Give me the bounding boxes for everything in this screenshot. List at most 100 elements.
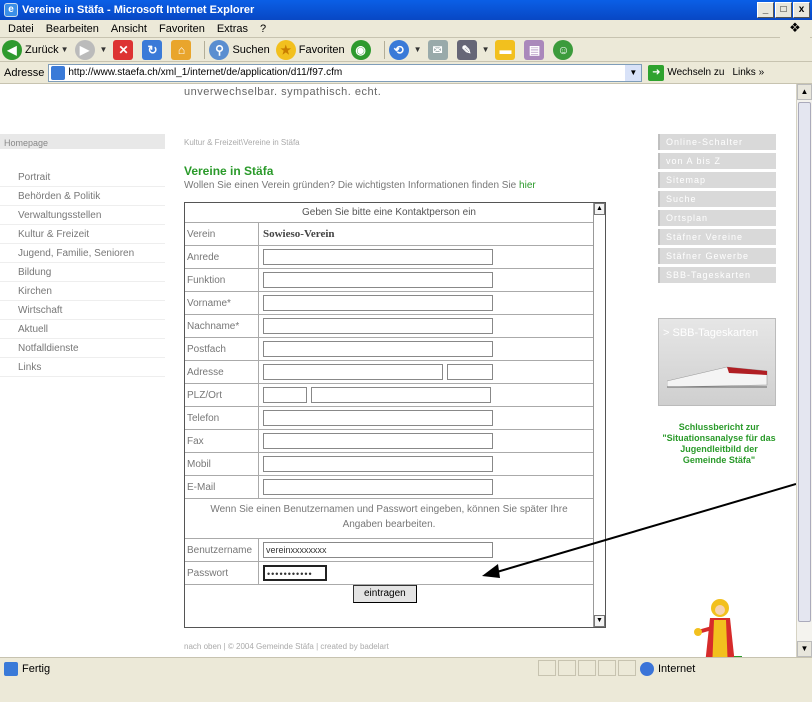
links-button[interactable]: Links » xyxy=(732,67,764,78)
funktion-label: Funktion xyxy=(185,268,259,292)
report-link[interactable]: Schlussbericht zur "Situationsanalyse fü… xyxy=(660,422,778,466)
refresh-button[interactable]: ↻ xyxy=(142,39,165,60)
page-footer[interactable]: nach oben | © 2004 Gemeinde Stäfa | crea… xyxy=(184,642,389,651)
right-nav-sitemap[interactable]: Sitemap xyxy=(658,172,776,188)
vorname-input[interactable] xyxy=(263,295,493,311)
breadcrumb[interactable]: Kultur & Freizeit\Vereine in Stäfa xyxy=(184,138,300,147)
maximize-button[interactable]: □ xyxy=(775,2,792,18)
search-button[interactable]: ⚲ Suchen xyxy=(209,39,270,60)
telefon-input[interactable] xyxy=(263,410,493,426)
nav-item-wirtschaft[interactable]: Wirtschaft xyxy=(0,301,165,320)
page-scrollbar[interactable]: ▲ ▼ xyxy=(796,84,812,657)
anrede-input[interactable] xyxy=(263,249,493,265)
right-nav-vereine[interactable]: Stäfner Vereine xyxy=(658,229,776,245)
page-slogan: unverwechselbar. sympathisch. echt. xyxy=(184,86,382,98)
adresse-street-input[interactable] xyxy=(263,364,443,380)
page-title: Vereine in Stäfa xyxy=(184,164,274,178)
address-input[interactable]: http://www.staefa.ch/xml_1/internet/de/a… xyxy=(48,63,643,82)
form-row-funktion: Funktion xyxy=(185,268,593,292)
right-nav-gewerbe[interactable]: Stäfner Gewerbe xyxy=(658,248,776,264)
menu-help[interactable]: ? xyxy=(254,23,272,35)
window-title: Vereine in Stäfa - Microsoft Internet Ex… xyxy=(22,4,255,16)
nav-item-kirchen[interactable]: Kirchen xyxy=(0,282,165,301)
right-nav-a-bis-z[interactable]: von A bis Z xyxy=(658,153,776,169)
menu-bearbeiten[interactable]: Bearbeiten xyxy=(40,23,105,35)
sbb-banner-text: > SBB-Tageskarten xyxy=(663,327,759,339)
status-left: Fertig xyxy=(4,662,50,676)
folder-button[interactable]: ▬ xyxy=(495,39,518,60)
submit-button[interactable]: eintragen xyxy=(353,585,417,603)
email-input[interactable] xyxy=(263,479,493,495)
homepage-link[interactable]: Homepage xyxy=(0,134,165,150)
nav-item-notfalldienste[interactable]: Notfalldienste xyxy=(0,339,165,358)
form-row-verein: Verein Sowieso-Verein xyxy=(185,222,593,246)
postfach-input[interactable] xyxy=(263,341,493,357)
ort-input[interactable] xyxy=(311,387,491,403)
scroll-up-icon[interactable]: ▲ xyxy=(594,203,605,215)
go-button[interactable]: ➜ Wechseln zu xyxy=(648,64,724,81)
close-button[interactable]: x xyxy=(793,2,810,18)
status-bar: Fertig Internet xyxy=(0,657,812,702)
form-row-mobil: Mobil xyxy=(185,452,593,476)
menu-ansicht[interactable]: Ansicht xyxy=(105,23,153,35)
scroll-up-icon[interactable]: ▲ xyxy=(797,84,812,100)
address-dropdown-icon[interactable]: ▼ xyxy=(625,64,642,81)
nav-item-aktuell[interactable]: Aktuell xyxy=(0,320,165,339)
page-icon xyxy=(51,65,66,80)
messenger-button[interactable]: ☺ xyxy=(553,39,576,60)
right-nav-suche[interactable]: Suche xyxy=(658,191,776,207)
fax-input[interactable] xyxy=(263,433,493,449)
favorites-button[interactable]: ★ Favoriten xyxy=(275,39,345,60)
adresse-number-input[interactable] xyxy=(447,364,493,380)
form-header: Geben Sie bitte eine Kontaktperson ein xyxy=(185,203,593,223)
form-row-anrede: Anrede xyxy=(185,245,593,269)
nav-item-verwaltungsstellen[interactable]: Verwaltungsstellen xyxy=(0,206,165,225)
sbb-banner[interactable]: > SBB-Tageskarten xyxy=(658,318,776,406)
nav-item-bildung[interactable]: Bildung xyxy=(0,263,165,282)
right-nav-ortsplan[interactable]: Ortsplan xyxy=(658,210,776,226)
scroll-down-icon[interactable]: ▼ xyxy=(594,615,605,627)
minimize-button[interactable]: _ xyxy=(757,2,774,18)
back-arrow-icon: ◀ xyxy=(2,39,22,60)
window-controls: _ □ x xyxy=(756,2,810,18)
media-button[interactable]: ◉ xyxy=(350,39,374,60)
plz-input[interactable] xyxy=(263,387,307,403)
hier-link[interactable]: hier xyxy=(519,180,536,191)
nav-item-portrait[interactable]: Portrait xyxy=(0,168,165,187)
menu-favoriten[interactable]: Favoriten xyxy=(153,23,211,35)
research-button[interactable]: ▤ xyxy=(524,39,547,60)
form-row-username: Benutzername vereinxxxxxxxx xyxy=(185,538,593,562)
back-label: Zurück xyxy=(25,43,59,56)
nav-item-behoerden[interactable]: Behörden & Politik xyxy=(0,187,165,206)
status-cell xyxy=(538,660,556,676)
toolbar-separator xyxy=(383,40,385,59)
menu-bar: Datei Bearbeiten Ansicht Favoriten Extra… xyxy=(0,20,812,38)
nav-item-jugend[interactable]: Jugend, Familie, Senioren xyxy=(0,244,165,263)
security-zone: Internet xyxy=(640,662,695,676)
right-nav-online-schalter[interactable]: Online-Schalter xyxy=(658,134,776,150)
history-button[interactable]: ⟲ ▼ xyxy=(388,39,422,60)
nav-item-links[interactable]: Links xyxy=(0,358,165,377)
mail-button[interactable]: ✉ xyxy=(427,39,451,60)
menu-extras[interactable]: Extras xyxy=(211,23,254,35)
funktion-input[interactable] xyxy=(263,272,493,288)
adresse-label: Adresse xyxy=(185,360,259,384)
mobil-input[interactable] xyxy=(263,456,493,472)
edit-button[interactable]: ✎ ▼ xyxy=(456,39,489,60)
scroll-thumb[interactable] xyxy=(798,102,811,622)
right-nav-sbb[interactable]: SBB-Tageskarten xyxy=(658,267,776,283)
home-button[interactable]: ⌂ xyxy=(171,39,194,60)
stop-button[interactable]: ✕ xyxy=(113,39,136,60)
menu-datei[interactable]: Datei xyxy=(2,23,40,35)
scroll-down-icon[interactable]: ▼ xyxy=(797,641,812,657)
page-viewport: unverwechselbar. sympathisch. echt. Home… xyxy=(0,84,796,657)
nachname-input[interactable] xyxy=(263,318,493,334)
nav-item-kultur[interactable]: Kultur & Freizeit xyxy=(0,225,165,244)
back-button[interactable]: ◀ Zurück ▼ xyxy=(2,39,69,60)
form-scrollbar[interactable]: ▲ ▼ xyxy=(593,203,605,627)
username-input[interactable]: vereinxxxxxxxx xyxy=(263,542,493,558)
password-input[interactable]: ••••••••••• xyxy=(263,565,327,581)
email-label: E-Mail xyxy=(185,475,259,499)
search-icon: ⚲ xyxy=(209,39,230,60)
forward-button[interactable]: ▶ ▼ xyxy=(74,39,107,60)
